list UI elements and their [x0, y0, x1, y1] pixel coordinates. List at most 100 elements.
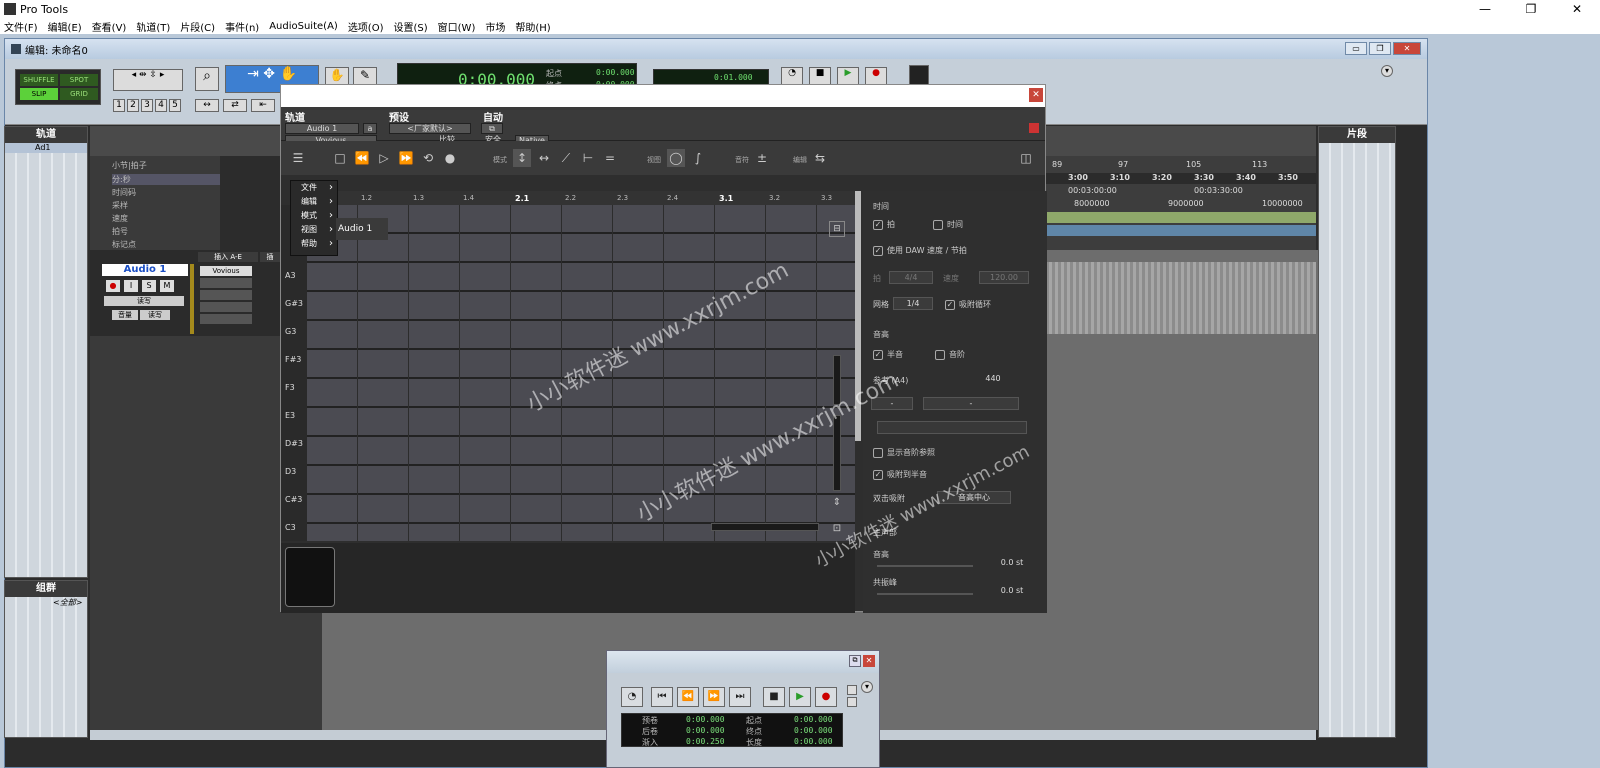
formant-slider[interactable] [877, 593, 973, 595]
edit-close-button[interactable]: ✕ [1393, 42, 1421, 55]
group-list-item[interactable]: <全部> [5, 597, 87, 607]
menu-clip[interactable]: 片段(C) [180, 19, 215, 34]
menu-track[interactable]: 轨道(T) [136, 19, 170, 34]
zoom-preset-2[interactable]: 2 [127, 99, 139, 112]
transport-online-icon[interactable]: ◔ [621, 687, 643, 707]
record-tool-icon[interactable]: ● [441, 149, 459, 167]
postroll-value[interactable]: 0:00.000 [686, 726, 725, 735]
menu-marketplace[interactable]: 市场 [485, 19, 505, 34]
insert-slot-empty[interactable] [200, 314, 252, 324]
plugin-track-select[interactable]: Audio 1 [285, 123, 359, 134]
grid-mode-button[interactable]: GRID [60, 88, 98, 100]
rewind-icon[interactable]: ⏪ [677, 687, 699, 707]
input-monitor-button[interactable]: I [124, 280, 138, 292]
plugin-close-icon[interactable]: ✕ [1029, 88, 1043, 102]
scale-select[interactable]: - [923, 397, 1019, 410]
snap-semitone-checkbox[interactable]: ✓ 吸附到半音 [873, 469, 927, 480]
end-value[interactable]: 0:00.000 [794, 726, 833, 735]
snap-loop-checkbox[interactable]: ✓ 吸附循环 [945, 299, 991, 310]
minimize-button[interactable]: — [1462, 0, 1508, 18]
insert-slot-empty[interactable] [200, 278, 252, 288]
nudge-right-icon[interactable]: ⇄ [223, 99, 247, 112]
zoom-controls[interactable]: ◂ ⇹ ⇳ ▸ [113, 69, 183, 91]
record-enable-button[interactable]: ● [106, 280, 120, 292]
equals-tool-icon[interactable]: = [601, 149, 619, 167]
insert-slot-empty[interactable] [200, 290, 252, 300]
transport-close-icon[interactable]: ✕ [863, 655, 875, 667]
scroll-updown-icon[interactable]: ⇕ [829, 497, 845, 513]
show-scale-checkbox[interactable]: 显示音阶参照 [873, 447, 935, 458]
transport-play-icon[interactable]: ▶ [789, 687, 811, 707]
insert-slot-plugin[interactable]: Vovious [200, 266, 252, 276]
forward-tool-icon[interactable]: ⏩ [397, 149, 415, 167]
zoom-preset-4[interactable]: 4 [155, 99, 167, 112]
play-tool-icon[interactable]: ▷ [375, 149, 393, 167]
zoomer-tool-icon[interactable]: ⌕ [195, 67, 219, 91]
return-to-zero-icon[interactable]: ⏮ [651, 687, 673, 707]
link-icon[interactable]: ⇤ [251, 99, 275, 112]
transport-option-icon[interactable] [847, 685, 857, 695]
melodyne-menu-view[interactable]: 视图 [291, 223, 337, 237]
read-mode-select[interactable]: 读写 [140, 310, 170, 320]
audio-track-lane[interactable] [1046, 262, 1316, 334]
menu-view[interactable]: 查看(V) [92, 19, 127, 34]
mute-button[interactable]: M [160, 280, 174, 292]
scale-checkbox[interactable]: 音阶 [935, 349, 965, 360]
tempo-field[interactable]: 120.00 [979, 271, 1029, 284]
transport-record-icon[interactable]: ● [815, 687, 837, 707]
separation-tool-icon[interactable]: ⊢ [579, 149, 597, 167]
plugin-preset-select[interactable]: <厂家默认> [389, 123, 471, 134]
fit-view-icon[interactable]: ⊟ [829, 221, 845, 237]
beat-checkbox[interactable]: ✓ 拍 [873, 219, 895, 230]
transport-restore-icon[interactable]: ⧉ [849, 655, 861, 667]
rewind-tool-icon[interactable]: ⏪ [353, 149, 371, 167]
time-tool-icon[interactable]: ↔ [535, 149, 553, 167]
maximize-button[interactable]: ❐ [1508, 0, 1554, 18]
menu-edit[interactable]: 编辑(E) [48, 19, 82, 34]
automation-mode-select[interactable]: 读写 [104, 296, 184, 306]
pitch-tool-icon[interactable]: ↕ [513, 149, 531, 167]
close-button[interactable]: ✕ [1554, 0, 1600, 18]
ruler-min-sec[interactable]: 分:秒 [112, 174, 220, 185]
transport-option-icon[interactable] [847, 697, 857, 707]
solo-button[interactable]: S [142, 280, 156, 292]
edit-minimize-button[interactable]: ▭ [1345, 42, 1367, 55]
menu-options[interactable]: 选项(O) [348, 19, 384, 34]
audio-track-tab[interactable]: Audio 1 [336, 218, 388, 240]
shuffle-mode-button[interactable]: SHUFFLE [20, 74, 58, 86]
ref-field[interactable]: 440 [973, 373, 1013, 386]
nudge-left-icon[interactable]: ↔ [195, 99, 219, 112]
curve-view-icon[interactable]: ∫ [689, 149, 707, 167]
melodyne-menu-file[interactable]: 文件 [291, 181, 337, 195]
melodyne-menu-help[interactable]: 帮助 [291, 237, 337, 251]
plugin-track-letter[interactable]: a [363, 123, 377, 134]
formant-slider-value[interactable]: 0.0 st [991, 585, 1033, 598]
menu-audiosuite[interactable]: AudioSuite(A) [269, 21, 338, 32]
grid-select[interactable]: 1/4 [893, 297, 933, 310]
time-checkbox[interactable]: 时间 [933, 219, 963, 230]
hamburger-menu-icon[interactable]: ☰ [289, 149, 307, 167]
menu-help[interactable]: 帮助(H) [515, 19, 550, 34]
volume-view-select[interactable]: 音量 [112, 310, 138, 320]
transport-stop-icon[interactable]: ■ [763, 687, 785, 707]
insert-slot-empty[interactable] [200, 302, 252, 312]
preroll-value[interactable]: 0:00.000 [686, 715, 725, 724]
amplitude-tool-icon[interactable]: ⟋ [557, 149, 575, 167]
melodyne-menu-edit[interactable]: 编辑 [291, 195, 337, 209]
melodyne-menu-mode[interactable]: 模式 [291, 209, 337, 223]
fast-forward-icon[interactable]: ⏩ [703, 687, 725, 707]
horizontal-zoom-slider[interactable] [711, 523, 819, 531]
spot-mode-button[interactable]: SPOT [60, 74, 98, 86]
scale-reference-button[interactable] [877, 421, 1027, 434]
stop-tool-icon[interactable]: □ [331, 149, 349, 167]
menu-window[interactable]: 窗口(W) [438, 19, 476, 34]
zoom-preset-3[interactable]: 3 [141, 99, 153, 112]
zoom-preset-5[interactable]: 5 [169, 99, 181, 112]
inspector-toggle-icon[interactable]: ◫ [1017, 149, 1035, 167]
menu-setup[interactable]: 设置(S) [394, 19, 428, 34]
length-value[interactable]: 0:00.000 [794, 737, 833, 746]
blob-view-icon[interactable]: ◯ [667, 149, 685, 167]
zoom-preset-1[interactable]: 1 [113, 99, 125, 112]
pitch-slider-value[interactable]: 0.0 st [991, 557, 1033, 570]
undo-redo-icon[interactable]: ⇆ [811, 149, 829, 167]
